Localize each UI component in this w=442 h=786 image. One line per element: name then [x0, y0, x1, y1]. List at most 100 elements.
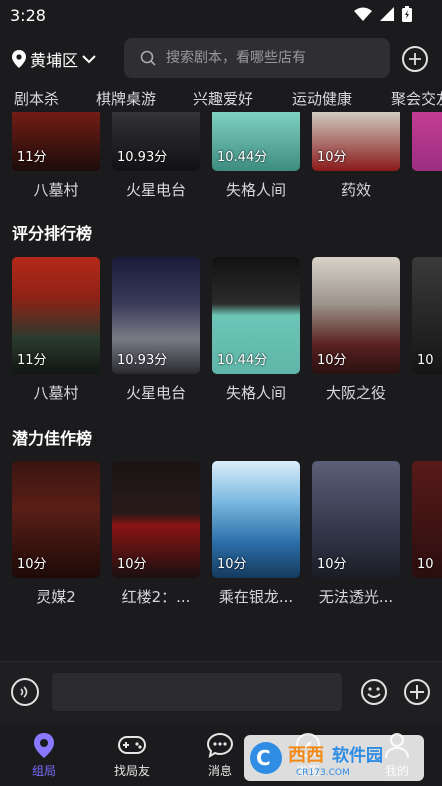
- svg-text:CR173.COM: CR173.COM: [296, 768, 350, 778]
- script-name: 田: [412, 382, 442, 403]
- svg-text:C: C: [256, 746, 271, 770]
- script-cover: 10分: [212, 461, 300, 578]
- location-selector[interactable]: 黄埔区: [12, 47, 96, 71]
- script-card[interactable]: 10分 红楼2：...: [112, 461, 200, 607]
- script-name: 火星电台: [125, 384, 186, 402]
- search-input[interactable]: [164, 49, 378, 67]
- script-name: 红楼2：...: [121, 588, 191, 606]
- script-score: 10分: [17, 557, 47, 572]
- map-pin-icon: [34, 733, 54, 758]
- script-score: 11分: [17, 150, 47, 165]
- script-score: 10.44分: [217, 150, 268, 165]
- script-score: 10分: [217, 557, 247, 572]
- script-score: 10.44分: [217, 353, 268, 368]
- script-row: 11分 八墓村 10.93分 火星电台 10.44分 失格人间 10分 药效: [12, 112, 442, 204]
- script-cover: 10分: [312, 257, 400, 374]
- category-tab[interactable]: 剧本杀: [14, 88, 59, 109]
- script-cover: 10.44分: [212, 112, 300, 171]
- tab-label: 找局友: [113, 764, 150, 778]
- script-card[interactable]: 11分 八墓村: [12, 112, 100, 200]
- category-tab[interactable]: 运动健康: [292, 88, 352, 109]
- script-card[interactable]: 10分 大阪之役: [312, 257, 400, 403]
- plus-icon: [409, 53, 421, 65]
- location-pin-icon: [12, 50, 26, 68]
- script-score: 10: [417, 557, 434, 572]
- script-cover: 10.44分: [212, 257, 300, 374]
- script-name: 失格人间: [225, 384, 286, 402]
- script-card[interactable]: 10.93分 火星电台: [112, 112, 200, 200]
- script-cover: 11分: [12, 112, 100, 171]
- script-row: 11分 八墓村 10.93分 火星电台 10.44分 失格人间 10分 大阪之役: [12, 257, 442, 407]
- wifi-icon: [354, 7, 372, 21]
- script-name: 八墓村: [33, 384, 79, 402]
- plus-circle-icon[interactable]: [403, 678, 431, 706]
- chat-input-bar: [0, 661, 442, 724]
- script-cover: [412, 112, 442, 171]
- chat-bubble-icon: [206, 732, 234, 759]
- status-bar: 3:28: [0, 0, 442, 32]
- chevron-down-icon: [82, 55, 96, 64]
- script-row: 10分 灵媒2 10分 红楼2：... 10分 乘在银龙... 10分 无法透光…: [12, 461, 442, 611]
- script-score: 10分: [317, 557, 347, 572]
- script-card[interactable]: 10分 灵媒2: [12, 461, 100, 607]
- script-name: 大阪之役: [325, 384, 386, 402]
- script-name: 灵媒2: [36, 588, 76, 606]
- add-button[interactable]: [402, 46, 428, 72]
- voice-button[interactable]: [11, 678, 39, 706]
- svg-text:西西: 西西: [288, 745, 324, 766]
- script-score: 11分: [17, 353, 47, 368]
- signal-icon: [380, 7, 394, 21]
- content-scroll[interactable]: 11分 八墓村 10.93分 火星电台 10.44分 失格人间 10分 药效 评…: [0, 112, 442, 660]
- script-cover: 10分: [312, 112, 400, 171]
- script-card[interactable]: 10分 无法透光...: [312, 461, 400, 607]
- script-cover: 10: [412, 257, 442, 374]
- location-label: 黄埔区: [30, 51, 79, 70]
- script-cover: 10.93分: [112, 112, 200, 171]
- script-score: 10分: [317, 150, 347, 165]
- script-score: 10分: [117, 557, 147, 572]
- battery-icon: [402, 6, 412, 22]
- tab-label: 组局: [31, 764, 56, 778]
- emoji-icon[interactable]: [360, 678, 388, 706]
- header: 黄埔区: [0, 36, 442, 82]
- status-time: 3:28: [10, 6, 46, 25]
- message-input[interactable]: [52, 673, 342, 711]
- script-card[interactable]: 一: [412, 112, 442, 200]
- section-title: 评分排行榜: [12, 224, 93, 243]
- script-cover: 11分: [12, 257, 100, 374]
- script-score: 10: [417, 353, 434, 368]
- script-cover: 10.93分: [112, 257, 200, 374]
- script-score: 10.93分: [117, 150, 168, 165]
- script-cover: 10: [412, 461, 442, 578]
- voice-icon: [20, 686, 28, 698]
- script-card[interactable]: 10.44分 失格人间: [212, 257, 300, 403]
- script-card[interactable]: 10 田: [412, 257, 442, 403]
- tab-zuju[interactable]: 组局: [9, 728, 79, 779]
- category-tab[interactable]: 棋牌桌游: [96, 88, 156, 109]
- search-box[interactable]: [124, 38, 390, 78]
- section-title: 潜力佳作榜: [12, 429, 93, 448]
- script-card[interactable]: 10.93分 火星电台: [112, 257, 200, 403]
- script-name: 八墓村: [33, 181, 79, 199]
- script-name: 一: [412, 179, 442, 200]
- svg-text:软件园: 软件园: [332, 745, 383, 766]
- script-name: 药效: [340, 181, 371, 199]
- category-tab[interactable]: 聚会交友: [391, 88, 442, 109]
- category-tab[interactable]: 兴趣爱好: [193, 88, 253, 109]
- script-name: 失格人间: [225, 181, 286, 199]
- script-card[interactable]: 10分 药效: [312, 112, 400, 200]
- script-cover: 10分: [312, 461, 400, 578]
- gamepad-icon: [118, 736, 146, 754]
- script-card[interactable]: 11分 八墓村: [12, 257, 100, 403]
- watermark-logo: C 西西 软件园 CR173.COM: [244, 735, 424, 781]
- script-name: 火星电台: [125, 181, 186, 199]
- tab-find-friends[interactable]: 找局友: [97, 728, 167, 779]
- script-card[interactable]: 10分 乘在银龙...: [212, 461, 300, 607]
- category-tabs: 剧本杀 棋牌桌游 兴趣爱好 运动健康 聚会交友: [0, 84, 442, 112]
- script-score: 10分: [317, 353, 347, 368]
- script-card[interactable]: 10: [412, 461, 442, 586]
- script-cover: 10分: [12, 461, 100, 578]
- script-card[interactable]: 10.44分 失格人间: [212, 112, 300, 200]
- search-icon: [140, 50, 156, 66]
- script-cover: 10分: [112, 461, 200, 578]
